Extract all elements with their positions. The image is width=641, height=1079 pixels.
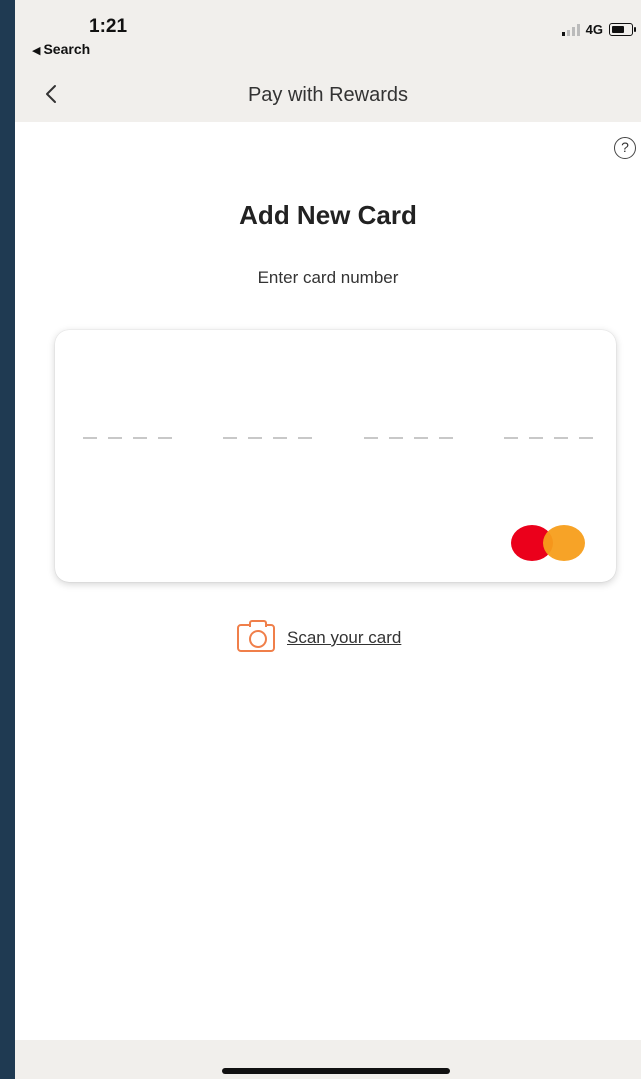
mastercard-icon [511,525,587,561]
home-bar-area [15,1040,641,1079]
card-number-placeholder [83,428,593,448]
nav-bar: Pay with Rewards [15,70,641,122]
digit-group [83,428,172,448]
back-triangle-icon: ◀ [32,45,41,57]
scan-card-link[interactable]: Scan your card [287,628,401,648]
digit-group [363,428,453,448]
status-time: 1:21 [89,16,128,37]
digit-group [223,428,313,448]
camera-icon [237,620,275,652]
signal-icon [561,23,580,36]
scan-card-button[interactable]: Scan your card [237,620,401,652]
digit-group [503,428,593,448]
page-title: Add New Card [239,200,417,230]
status-indicators: 4G [561,22,636,37]
status-bar: 1:21 ◀ Search 4G [15,0,641,70]
status-back-to-app[interactable]: ◀ Search [32,41,90,57]
page-subtitle: Enter card number [257,268,399,287]
nav-title: Pay with Rewards [247,84,409,106]
phone-screen: 1:21 ◀ Search 4G Pay with Rewards ? Add N… [15,0,641,1079]
network-label: 4G [585,22,603,37]
battery-icon [609,23,636,36]
home-indicator[interactable] [222,1068,450,1074]
help-icon[interactable]: ? [614,137,636,159]
card-number-input[interactable] [55,330,616,582]
status-back-label: Search [43,41,91,57]
